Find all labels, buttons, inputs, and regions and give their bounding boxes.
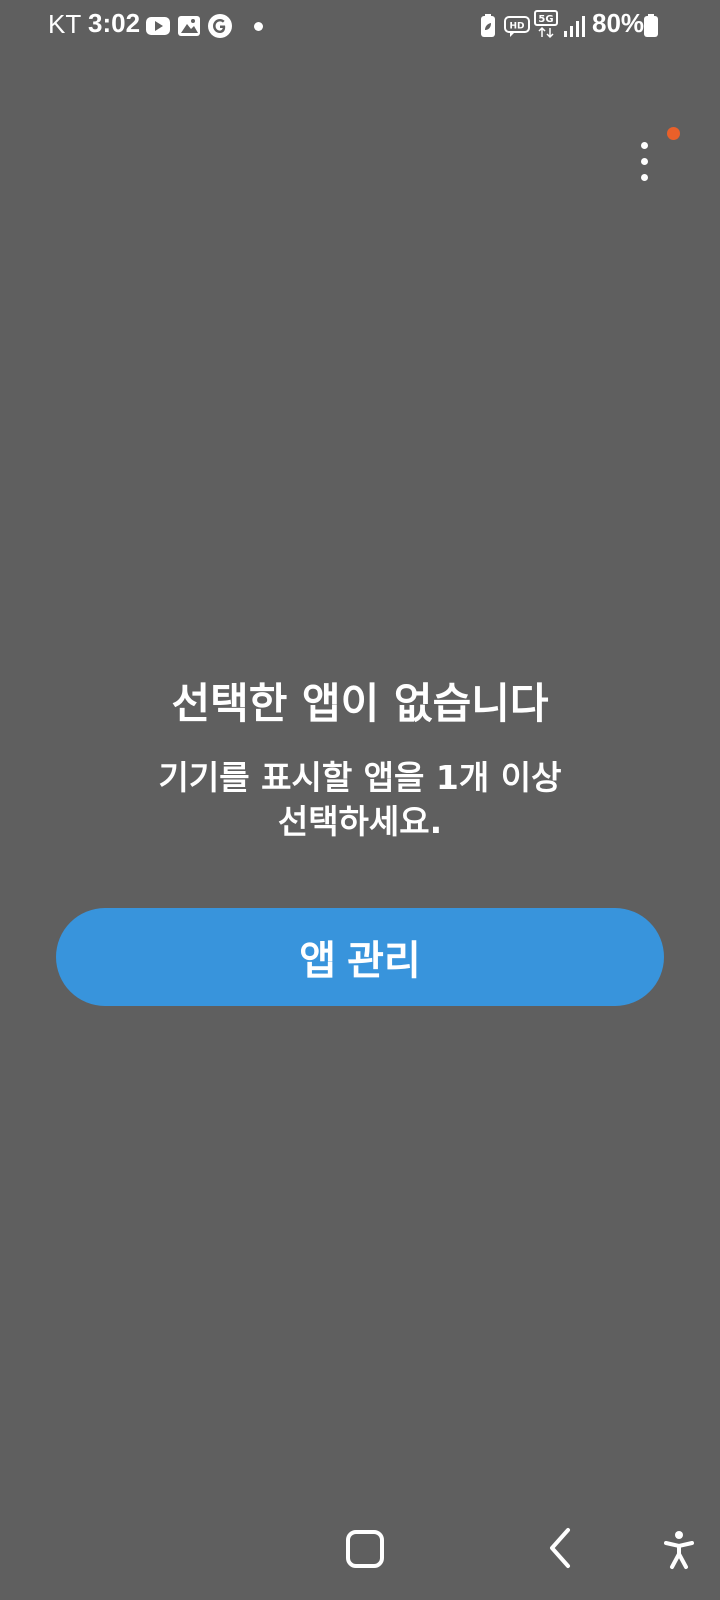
notification-dot [254, 22, 263, 31]
status-bar: KT 3:02 HD 5G 80% [0, 0, 720, 54]
svg-text:5G: 5G [538, 14, 553, 25]
battery-saver-icon [480, 13, 496, 43]
status-time: 3:02 [88, 8, 141, 38]
svg-text:HD: HD [509, 22, 524, 32]
notification-badge [667, 127, 680, 140]
battery-icon [643, 13, 659, 43]
empty-state-title: 선택한 앱이 없습니다 [171, 679, 549, 728]
hd-voice-icon: HD [504, 13, 530, 43]
more-vert-icon-dot [641, 158, 648, 165]
manage-apps-button[interactable]: 앱 관리 [56, 908, 664, 1006]
5g-icon: 5G [534, 10, 558, 44]
more-options-button[interactable] [628, 127, 680, 184]
empty-state-description: 기기를 표시할 앱을 1개 이상 선택하세요. [158, 758, 562, 841]
more-vert-icon-dot [641, 174, 648, 181]
youtube-icon [145, 13, 171, 43]
battery-percent: 80% [592, 8, 645, 38]
signal-icon [562, 13, 586, 43]
accessibility-icon[interactable] [664, 1530, 694, 1574]
back-icon[interactable] [548, 1527, 572, 1573]
manage-apps-label: 앱 관리 [299, 939, 421, 983]
home-icon[interactable] [346, 1530, 384, 1568]
google-icon [207, 13, 233, 43]
more-vert-icon [641, 142, 648, 149]
gallery-icon [177, 13, 201, 43]
carrier-label: KT [48, 9, 82, 39]
